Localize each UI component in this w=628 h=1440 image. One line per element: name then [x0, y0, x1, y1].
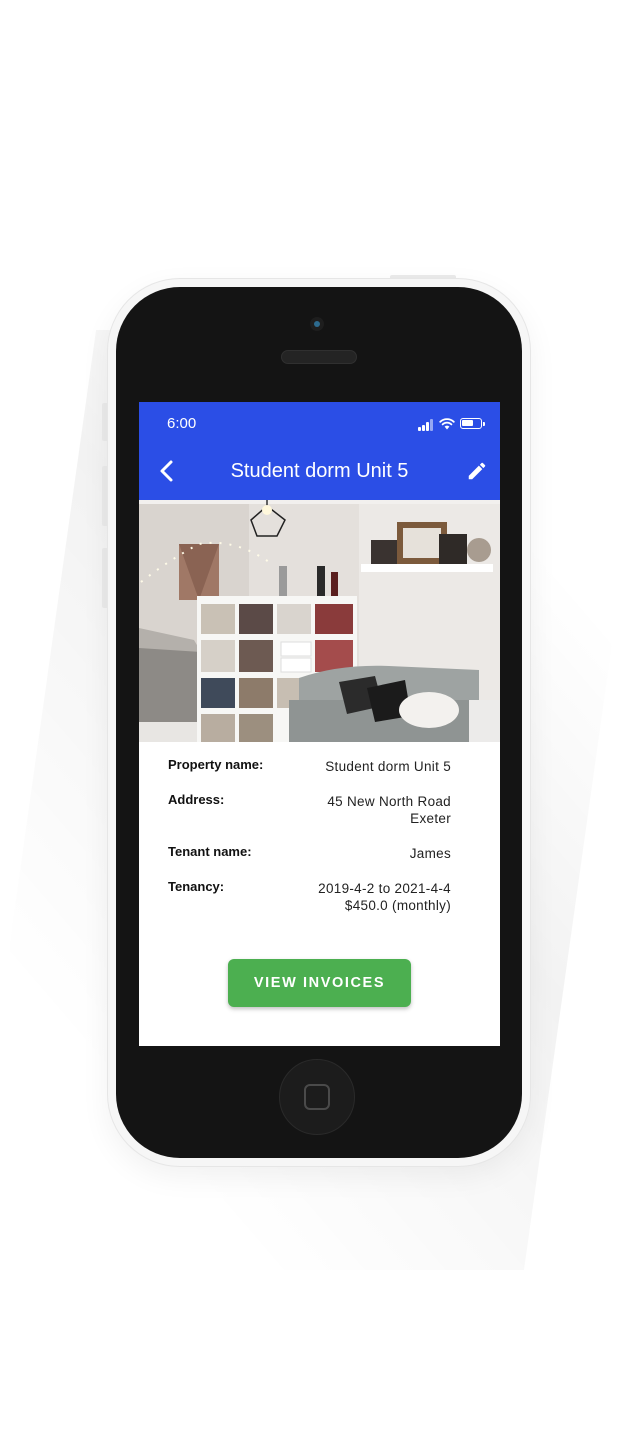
detail-label: Tenancy:	[168, 879, 225, 894]
app-screen: 6:00 Student dorm Unit 5 Property name: …	[139, 402, 500, 1046]
home-button	[279, 1059, 355, 1135]
app-bar: 6:00 Student dorm Unit 5	[139, 402, 500, 500]
front-camera	[310, 317, 324, 331]
page-title: Student dorm Unit 5	[230, 460, 409, 482]
edit-button[interactable]	[466, 460, 488, 482]
detail-value: 2019-4-2 to 2021-4-4 $450.0 (monthly)	[318, 881, 451, 913]
wifi-icon	[439, 418, 455, 430]
detail-label: Tenant name:	[168, 844, 252, 859]
detail-label: Property name:	[168, 757, 264, 772]
battery-icon	[460, 418, 485, 429]
detail-label: Address:	[168, 792, 225, 807]
detail-value: James	[409, 846, 451, 861]
view-invoices-button[interactable]: VIEW INVOICES	[228, 959, 411, 1007]
detail-value: Student dorm Unit 5	[325, 759, 451, 774]
status-icons	[418, 417, 486, 431]
status-time: 6:00	[167, 415, 197, 432]
detail-value: 45 New North Road Exeter	[327, 794, 451, 826]
earpiece-speaker	[281, 350, 357, 364]
property-photo	[139, 500, 500, 742]
